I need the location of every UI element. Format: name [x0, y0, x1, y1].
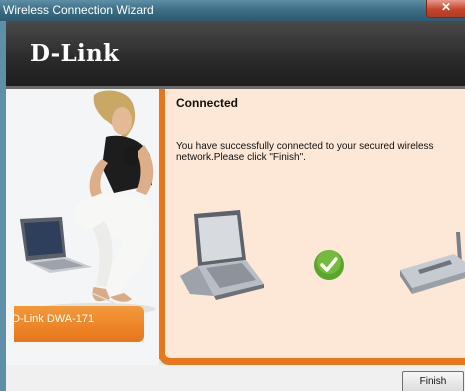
checkmark-icon — [314, 250, 344, 280]
dlink-logo: D-Link — [30, 40, 120, 67]
product-name: D-Link DWA-171 — [12, 313, 95, 325]
laptop-icon — [180, 210, 264, 300]
window-title: Wireless Connection Wizard — [3, 3, 154, 17]
wizard-window: Wireless Connection Wizard ✕ D-Link D-Li… — [0, 0, 465, 391]
router-icon — [400, 232, 465, 294]
status-message: You have successfully connected to your … — [176, 141, 434, 163]
finish-button[interactable]: Finish — [402, 371, 464, 391]
page-title: Connected — [176, 96, 239, 110]
footer-bar — [6, 365, 465, 391]
close-icon: ✕ — [441, 0, 452, 14]
title-bar: Wireless Connection Wizard ✕ — [0, 0, 465, 21]
content-panel-bottom — [165, 353, 465, 358]
close-button[interactable]: ✕ — [426, 0, 465, 18]
